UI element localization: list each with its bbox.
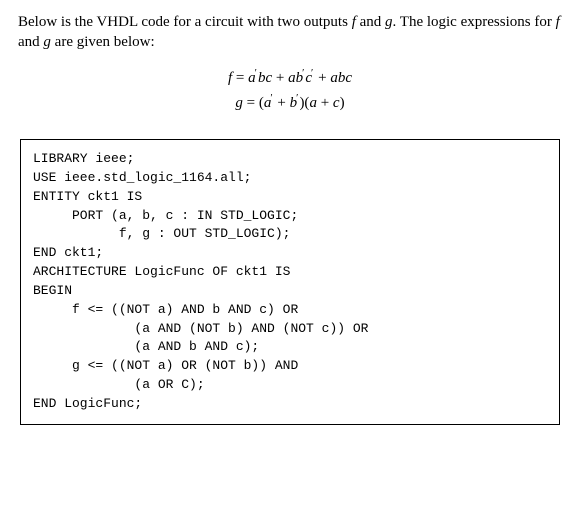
- var-g: g: [385, 14, 393, 30]
- eq-g-eq: =: [243, 95, 259, 111]
- code-line: ARCHITECTURE LogicFunc OF ckt1 IS: [33, 263, 547, 282]
- equation-block: f = a′bc + ab′c′ + abc g = (a′ + b′)(a +…: [18, 67, 562, 114]
- code-line: USE ieee.std_logic_1164.all;: [33, 169, 547, 188]
- eq-f-rhs: a′bc + ab′c′ + abc: [248, 70, 352, 86]
- code-line: f, g : OUT STD_LOGIC);: [33, 225, 547, 244]
- problem-statement: Below is the VHDL code for a circuit wit…: [18, 12, 562, 53]
- var-f-2: f: [556, 14, 560, 30]
- code-line: (a AND b AND c);: [33, 338, 547, 357]
- intro-text-5: are given below:: [51, 34, 155, 50]
- code-line: PORT (a, b, c : IN STD_LOGIC;: [33, 207, 547, 226]
- code-line: BEGIN: [33, 282, 547, 301]
- equation-f: f = a′bc + ab′c′ + abc: [18, 67, 562, 88]
- code-line: f <= ((NOT a) AND b AND c) OR: [33, 301, 547, 320]
- equation-g: g = (a′ + b′)(a + c): [18, 92, 562, 113]
- intro-text-4: and: [18, 34, 43, 50]
- eq-f-eq: =: [232, 70, 248, 86]
- code-line: END LogicFunc;: [33, 395, 547, 414]
- code-line: (a AND (NOT b) AND (NOT c)) OR: [33, 320, 547, 339]
- code-line: g <= ((NOT a) OR (NOT b)) AND: [33, 357, 547, 376]
- code-line: LIBRARY ieee;: [33, 150, 547, 169]
- var-g-2: g: [43, 34, 51, 50]
- intro-text-1: Below is the VHDL code for a circuit wit…: [18, 14, 352, 30]
- eq-g-lhs: g: [235, 95, 243, 111]
- eq-g-rhs: (a′ + b′)(a + c): [259, 95, 345, 111]
- intro-text-3: . The logic expressions for: [393, 14, 556, 30]
- vhdl-code-box: LIBRARY ieee;USE ieee.std_logic_1164.all…: [20, 139, 560, 425]
- code-line: ENTITY ckt1 IS: [33, 188, 547, 207]
- code-line: END ckt1;: [33, 244, 547, 263]
- code-line: (a OR C);: [33, 376, 547, 395]
- intro-text-2: and: [356, 14, 385, 30]
